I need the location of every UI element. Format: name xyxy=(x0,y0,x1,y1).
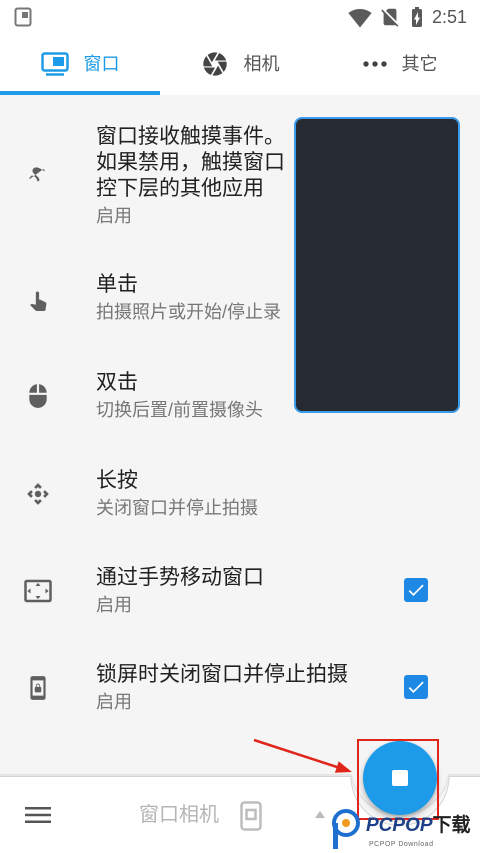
watermark-brand-cjk: 下载 xyxy=(432,815,471,836)
tab-indicator xyxy=(0,91,160,95)
annotation-box xyxy=(357,739,439,820)
check-icon xyxy=(408,681,424,693)
menu-icon[interactable] xyxy=(25,807,51,823)
setting-title: 长按 xyxy=(96,469,138,492)
setting-subtitle: 启用 xyxy=(96,692,132,712)
aperture-icon xyxy=(202,52,227,76)
screen: 2:51 窗口 相机 其它 窗口接收触摸事件。 如果禁用，触摸窗口 控下层的其他… xyxy=(0,0,480,853)
watermark-logo xyxy=(332,809,360,849)
setting-text: 通过手势移动窗口 启用 xyxy=(96,565,456,616)
no-sim-icon xyxy=(381,8,399,27)
move-icon xyxy=(27,483,49,505)
tab-window-label: 窗口 xyxy=(83,54,120,74)
tab-camera-label: 相机 xyxy=(243,54,280,74)
watermark-brand: PCPOP下载 xyxy=(366,815,471,837)
notification-app-icon xyxy=(14,7,32,27)
wifi-icon xyxy=(348,9,372,28)
setting-text: 锁屏时关闭窗口并停止拍摄 启用 xyxy=(96,662,456,713)
setting-long-press[interactable]: 长按 关闭窗口并停止拍摄 xyxy=(0,464,480,560)
bottom-bar-title: 窗口相机 xyxy=(139,804,219,826)
lock-screen-checkbox[interactable] xyxy=(404,675,428,699)
tab-window[interactable]: 窗口 xyxy=(0,36,160,92)
touch-icon xyxy=(30,291,47,311)
setting-subtitle: 关闭窗口并停止拍摄 xyxy=(96,498,258,518)
more-dots-icon xyxy=(362,61,387,67)
setting-title: 锁屏时关闭窗口并停止拍摄 xyxy=(96,663,348,686)
gesture-icon xyxy=(29,167,45,182)
tab-bar: 窗口 相机 其它 xyxy=(0,36,480,95)
setting-title: 通过手势移动窗口 xyxy=(96,566,264,589)
fullscreen-icon xyxy=(24,579,52,603)
window-icon xyxy=(40,52,69,76)
annotation-arrow xyxy=(253,738,352,773)
setting-text: 长按 关闭窗口并停止拍摄 xyxy=(96,468,456,519)
setting-gesture-move[interactable]: 通过手势移动窗口 启用 xyxy=(0,561,480,657)
floating-camera-window[interactable] xyxy=(294,117,460,413)
tab-other-label: 其它 xyxy=(401,54,438,74)
watermark-brand-latin: PCPOP xyxy=(366,815,433,836)
watermark-subtitle: PCPOP Download xyxy=(369,841,434,848)
battery-charging-icon xyxy=(412,7,422,27)
expand-up-icon[interactable] xyxy=(315,811,325,818)
app-window-icon xyxy=(240,801,262,831)
status-bar: 2:51 xyxy=(0,0,480,36)
gesture-move-checkbox[interactable] xyxy=(404,578,428,602)
lock-screen-icon xyxy=(30,676,46,700)
tab-camera[interactable]: 相机 xyxy=(160,36,320,92)
status-time: 2:51 xyxy=(432,7,468,27)
check-icon xyxy=(408,584,424,596)
mouse-icon xyxy=(29,384,47,408)
tab-other[interactable]: 其它 xyxy=(320,36,480,92)
setting-subtitle: 启用 xyxy=(96,595,132,615)
